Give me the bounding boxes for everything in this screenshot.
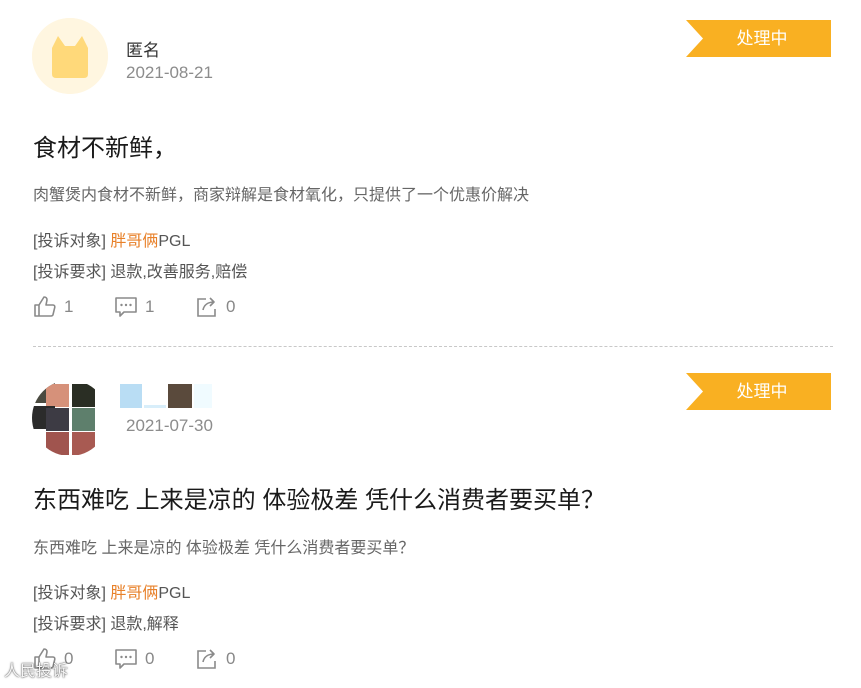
username: 匿名	[126, 41, 160, 60]
share-icon	[197, 297, 216, 317]
complaint-target: [投诉对象] 胖哥俩PGL	[33, 227, 190, 251]
complaint-title[interactable]: 东西难吃 上来是凉的 体验极差 凭什么消费者要买单？	[33, 480, 605, 515]
action-bar: 1 1 0	[33, 294, 276, 320]
complaint-target: [投诉对象] 胖哥俩PGL	[33, 579, 190, 603]
card-divider	[33, 346, 833, 347]
like-count: 1	[64, 297, 74, 316]
comment-button[interactable]: 1	[114, 295, 155, 319]
comment-icon	[115, 297, 137, 317]
comment-button[interactable]: 0	[114, 647, 155, 671]
thumbs-up-icon	[34, 296, 56, 317]
comment-count: 0	[145, 649, 155, 668]
complaint-description: 肉蟹煲内食材不新鲜，商家辩解是食材氧化，只提供了一个优惠价解决	[33, 187, 530, 204]
target-link[interactable]: 胖哥俩	[110, 585, 158, 602]
watermark: 人民投诉	[4, 663, 69, 680]
share-count: 0	[226, 649, 236, 668]
comment-count: 1	[145, 297, 155, 316]
status-badge: 处理中	[686, 373, 831, 410]
avatar	[32, 380, 108, 456]
complaint-request: [投诉要求] 退款,解释	[33, 610, 179, 634]
request-label: [投诉要求]	[33, 616, 106, 633]
status-badge: 处理中	[686, 20, 831, 57]
share-count: 0	[226, 297, 236, 316]
post-date: 2021-07-30	[126, 416, 213, 435]
username	[120, 384, 220, 410]
request-label: [投诉要求]	[33, 264, 106, 281]
avatar	[32, 18, 108, 94]
share-icon	[197, 649, 216, 669]
like-button[interactable]: 1	[33, 295, 74, 319]
complaint-request: [投诉要求] 退款,改善服务,赔偿	[33, 258, 247, 282]
request-value: 退款,改善服务,赔偿	[110, 264, 248, 281]
status-label: 处理中	[736, 382, 788, 401]
post-date: 2021-08-21	[126, 63, 213, 82]
target-suffix: PGL	[158, 233, 191, 250]
cat-avatar-icon	[32, 18, 108, 94]
target-suffix: PGL	[158, 585, 191, 602]
target-link[interactable]: 胖哥俩	[110, 233, 158, 250]
action-bar: 0 0 0	[33, 646, 276, 672]
comment-icon	[115, 649, 137, 669]
target-label: [投诉对象]	[33, 585, 106, 602]
complaint-card[interactable]: 2021-07-30 处理中 东西难吃 上来是凉的 体验极差 凭什么消费者要买单…	[0, 352, 861, 688]
request-value: 退款,解释	[110, 616, 179, 633]
complaint-title[interactable]: 食材不新鲜，	[33, 128, 177, 163]
complaint-card[interactable]: 匿名 2021-08-21 处理中 食材不新鲜， 肉蟹煲内食材不新鲜，商家辩解是…	[0, 0, 861, 345]
share-button[interactable]: 0	[195, 647, 236, 671]
share-button[interactable]: 0	[195, 295, 236, 319]
complaint-description: 东西难吃 上来是凉的 体验极差 凭什么消费者要买单？	[33, 540, 415, 557]
target-label: [投诉对象]	[33, 233, 106, 250]
status-label: 处理中	[736, 29, 788, 48]
